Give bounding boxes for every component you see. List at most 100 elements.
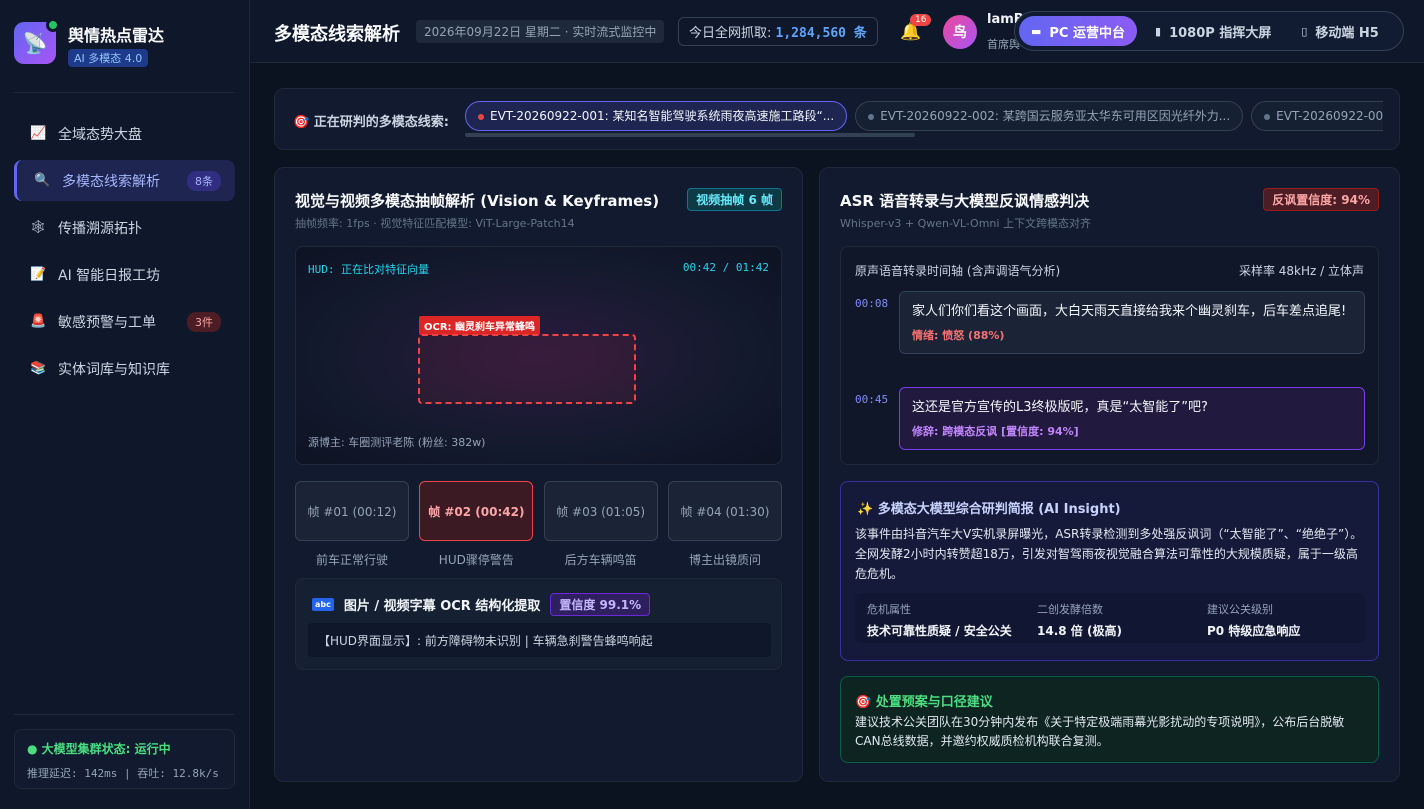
clue-selector-bar: 🎯 正在研判的多模态线索: EVT-20260922-001: 某知名智能驾驶系… — [274, 88, 1400, 150]
abc-icon: abc — [312, 598, 334, 611]
metric-value: 技术可靠性质疑 / 安全公关 — [867, 624, 1012, 638]
mode-screen-button[interactable]: ▮ 1080P 指挥大屏 — [1143, 16, 1283, 46]
ocr-extraction-card: abc 图片 / 视频字幕 OCR 结构化提取 置信度 99.1% 【HUD界面… — [295, 578, 782, 670]
sidebar-item-alerts[interactable]: 🚨 敏感预警与工单 3件 — [14, 301, 235, 342]
vision-panel: 视觉与视频多模态抽帧解析 (Vision & Keyframes) 抽帧频率: … — [274, 167, 803, 782]
response-plan-card: 🎯 处置预案与口径建议 建议技术公关团队在30分钟内发布《关于特定极端雨幕光影扰… — [840, 676, 1379, 763]
books-icon: 📚 — [30, 361, 47, 376]
clue-chip[interactable]: EVT-20260922-002: 某跨国云服务亚太华东可用区因光纤外力... — [855, 101, 1244, 131]
keyframe-item[interactable]: 帧 #01 (00:12) 前车正常行驶 — [295, 481, 409, 568]
online-indicator — [46, 18, 60, 32]
keyframe-thumb: 帧 #04 (01:30) — [667, 481, 782, 541]
ocr-detection-label: OCR: 幽灵刹车异常蜂鸣 — [419, 316, 541, 335]
sidebar-item-label: 全域态势大盘 — [58, 126, 142, 143]
ai-insight-card: ✨ 多模态大模型综合研判简报 (AI Insight) 该事件由抖音汽车大V实机… — [840, 481, 1379, 661]
metric-cell: 二创发酵倍数 14.8 倍 (极高) — [1025, 593, 1195, 643]
monitor-icon: ▬ — [1031, 24, 1042, 38]
frame-count-tag: 视频抽帧 6 帧 — [687, 188, 782, 211]
confidence-tag: 置信度 99.1% — [550, 593, 651, 616]
sidebar-item-topology[interactable]: 🕸 传播溯源拓扑 — [14, 207, 235, 248]
panel-title: ASR 语音转录与大模型反讽情感判决 — [840, 192, 1090, 210]
ocr-detection-box — [418, 334, 636, 404]
metric-label: 危机属性 — [867, 603, 911, 616]
plan-title: 🎯 处置预案与口径建议 — [855, 695, 993, 710]
keyframe-caption: 博主出镜质问 — [688, 553, 761, 567]
clue-chip[interactable]: EVT-20260922-001: 某知名智能驾驶系统雨夜高速施工路段“... — [465, 101, 848, 131]
search-icon: 🔍 — [34, 173, 51, 188]
sidebar-item-overview[interactable]: 📈 全域态势大盘 — [14, 113, 235, 154]
top-header: 多模态线索解析 2026年09月22日 星期二 · 实时流式监控中 今日全网抓取… — [250, 0, 1424, 63]
keyframe-item[interactable]: 帧 #03 (01:05) 后方车辆鸣笛 — [543, 481, 658, 568]
sidebar-item-label: AI 智能日报工坊 — [58, 267, 161, 284]
sidebar: 📡 舆情热点雷达 AI 多模态 4.0 📈 全域态势大盘 🔍 多模态线索解析 8… — [0, 0, 250, 809]
segment-text: 这还是官方宣传的L3终极版呢，真是“太智能了”吧? — [912, 400, 1208, 415]
transcript-segment[interactable]: 这还是官方宣传的L3终极版呢，真是“太智能了”吧? 修辞: 跨模态反讽 [置信度… — [899, 387, 1365, 450]
segment-time[interactable]: 00:08 — [855, 297, 888, 310]
clue-chip-list: EVT-20260922-001: 某知名智能驾驶系统雨夜高速施工路段“... E… — [465, 101, 1383, 133]
panel-subtitle: 抽帧频率: 1fps · 视觉特征匹配模型: ViT-Large-Patch14 — [295, 217, 575, 230]
keyframe-caption: HUD骤停警告 — [438, 553, 514, 567]
asr-timeline: 原声语音转录时间轴 (含声调语气分析) 采样率 48kHz / 立体声 00:0… — [840, 246, 1379, 465]
source-author: 源博主: 车圈测评老陈 (粉丝: 382w) — [308, 436, 486, 449]
keyframe-thumb: 帧 #01 (00:12) — [295, 481, 409, 541]
cluster-status-card: ● 大模型集群状态: 运行中 推理延迟: 142ms | 吞吐: 12.8k/s — [14, 729, 235, 789]
bar-chart-icon: ▮ — [1155, 24, 1162, 38]
timeline-title: 原声语音转录时间轴 (含声调语气分析) — [855, 264, 1061, 278]
sidebar-item-label: 多模态线索解析 — [62, 173, 160, 190]
ocr-card-title: 图片 / 视频字幕 OCR 结构化提取 — [343, 599, 541, 614]
plan-text: 建议技术公关团队在30分钟内发布《关于特定极端雨幕光影扰动的专项说明》，公布后台… — [855, 715, 1345, 748]
transcript-segment[interactable]: 家人们你们看这个画面，大白天雨天直接给我来个幽灵刹车，后车差点追尾! 情绪: 愤… — [899, 291, 1365, 354]
avatar[interactable]: 鸟 — [943, 15, 977, 49]
sample-rate: 采样率 48kHz / 立体声 — [1238, 264, 1364, 278]
sidebar-divider — [14, 714, 234, 715]
chip-scrollbar[interactable] — [465, 133, 915, 137]
rhetoric-tag: 修辞: 跨模态反讽 [置信度: 94%] — [912, 425, 1079, 438]
segment-time[interactable]: 00:45 — [855, 393, 888, 406]
keyframe-item[interactable]: 帧 #02 (00:42) HUD骤停警告 — [419, 481, 534, 568]
keyframe-thumb: 帧 #02 (00:42) — [419, 481, 534, 541]
count-badge: 3件 — [187, 312, 221, 332]
page-title: 多模态线索解析 — [274, 24, 400, 45]
asr-panel: ASR 语音转录与大模型反讽情感判决 Whisper-v3 + Qwen-VL-… — [819, 167, 1400, 782]
sidebar-item-label: 传播溯源拓扑 — [58, 220, 142, 237]
keyframe-list: 帧 #01 (00:12) 前车正常行驶 帧 #02 (00:42) HUD骤停… — [295, 481, 782, 568]
sidebar-item-knowledge[interactable]: 📚 实体词库与知识库 — [14, 348, 235, 389]
video-preview[interactable]: HUD: 正在比对特征向量 00:42 / 01:42 OCR: 幽灵刹车异常蜂… — [295, 246, 782, 465]
satellite-icon: 📡 — [22, 31, 48, 55]
sidebar-item-label: 敏感预警与工单 — [58, 314, 156, 331]
sidebar-item-daily-report[interactable]: 📝 AI 智能日报工坊 — [14, 254, 235, 295]
insight-text: 该事件由抖音汽车大V实机录屏曝光，ASR转录检测到多处强反讽词（“太智能了”、“… — [855, 527, 1363, 581]
hud-status: HUD: 正在比对特征向量 — [308, 263, 430, 276]
cluster-status-stats: 推理延迟: 142ms | 吞吐: 12.8k/s — [27, 767, 219, 780]
ocr-card-header: abc 图片 / 视频字幕 OCR 结构化提取 置信度 99.1% — [312, 593, 651, 616]
keyframe-item[interactable]: 帧 #04 (01:30) 博主出镜质问 — [667, 481, 782, 568]
clue-chip[interactable]: EVT-20260922-003: 网讯 — [1251, 101, 1383, 131]
siren-icon: 🚨 — [30, 314, 47, 329]
metric-value: P0 特级应急响应 — [1207, 624, 1301, 638]
network-icon: 🕸 — [30, 220, 47, 235]
metric-cell: 建议公关级别 P0 特级应急响应 — [1195, 593, 1365, 643]
emotion-tag: 情绪: 愤怒 (88%) — [912, 329, 1005, 342]
insight-title: ✨ 多模态大模型综合研判简报 (AI Insight) — [857, 502, 1121, 517]
mode-mobile-button[interactable]: ▯ 移动端 H5 — [1289, 16, 1391, 46]
sidebar-divider — [14, 92, 234, 93]
segment-text: 家人们你们看这个画面，大白天雨天直接给我来个幽灵刹车，后车差点追尾! — [912, 304, 1347, 319]
view-mode-switch: ▬ PC 运营中台 ▮ 1080P 指挥大屏 ▯ 移动端 H5 — [1014, 11, 1404, 51]
keyframe-caption: 后方车辆鸣笛 — [564, 553, 637, 567]
sidebar-item-label: 实体词库与知识库 — [58, 361, 170, 378]
panel-title: 视觉与视频多模态抽帧解析 (Vision & Keyframes) — [295, 192, 660, 210]
video-timecode: 00:42 / 01:42 — [682, 261, 769, 274]
sidebar-item-multimodal[interactable]: 🔍 多模态线索解析 8条 — [14, 160, 235, 201]
sidebar-nav: 📈 全域态势大盘 🔍 多模态线索解析 8条 🕸 传播溯源拓扑 📝 AI 智能日报… — [14, 113, 235, 395]
cluster-status-title: ● 大模型集群状态: 运行中 — [27, 742, 171, 756]
status-dot — [478, 113, 484, 120]
date-chip: 2026年09月22日 星期二 · 实时流式监控中 — [416, 20, 665, 43]
keyframe-caption: 前车正常行驶 — [315, 553, 388, 567]
panel-subtitle: Whisper-v3 + Qwen-VL-Omni 上下文跨模态对齐 — [840, 217, 1091, 230]
notification-badge: 16 — [910, 14, 932, 26]
chart-icon: 📈 — [30, 126, 47, 141]
count-badge: 8条 — [187, 171, 221, 191]
metric-cell: 危机属性 技术可靠性质疑 / 安全公关 — [855, 593, 1025, 643]
metric-label: 二创发酵倍数 — [1037, 603, 1103, 616]
mode-pc-button[interactable]: ▬ PC 运营中台 — [1019, 16, 1138, 46]
